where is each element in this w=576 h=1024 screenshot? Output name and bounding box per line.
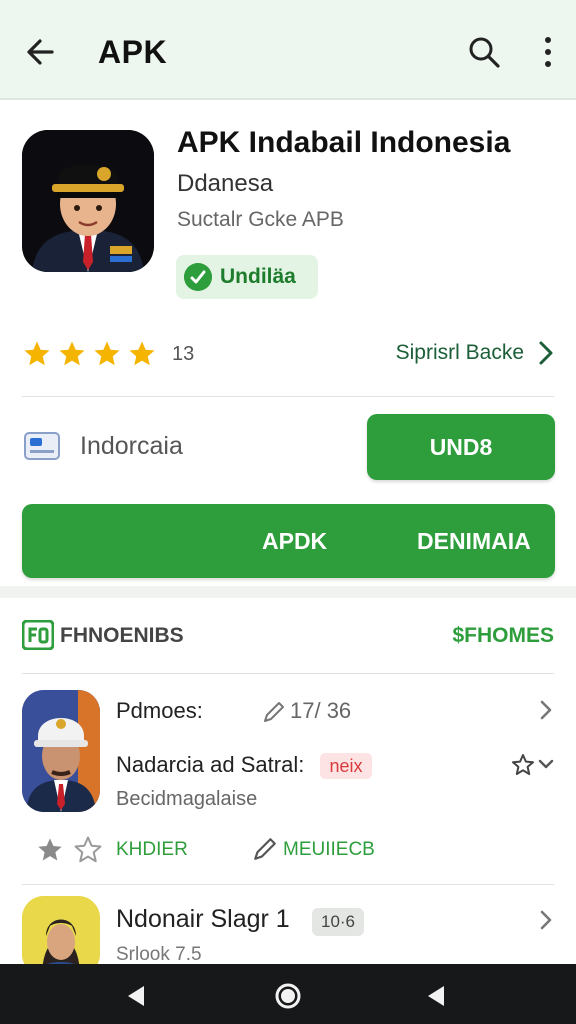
verified-label: Undiläa — [220, 265, 296, 288]
list-item-icon[interactable] — [22, 690, 100, 812]
list-item-action-secondary[interactable]: MEUIIECB — [283, 839, 375, 861]
list-item-description: Becidmagalaise — [116, 788, 258, 810]
back-arrow-icon[interactable] — [22, 32, 62, 72]
top-app-bar: APK — [0, 0, 576, 100]
download-button-label-left: APDK — [262, 528, 328, 554]
chevron-down-icon[interactable] — [538, 758, 554, 770]
app-subtitle: Suctalr Gcke APB — [177, 208, 344, 231]
list-item-action-primary[interactable]: KHDIER — [116, 839, 188, 861]
list-item-meta: 17/ 36 — [290, 698, 352, 723]
divider — [22, 673, 554, 674]
download-button-label-right: DENIMAIA — [417, 528, 531, 554]
page-title: APK — [98, 34, 168, 70]
list-item-subtitle: Srlook 7.5 — [116, 944, 202, 965]
star-filled-icon — [24, 341, 50, 366]
star-filled-icon — [94, 341, 120, 366]
developer-name[interactable]: Ddanesa — [177, 170, 273, 198]
language-icon — [24, 432, 60, 460]
star-outline-icon[interactable] — [511, 753, 535, 777]
language-label: Indorcaia — [80, 432, 183, 460]
divider — [22, 396, 554, 397]
download-button[interactable]: APDK DENIMAIA — [22, 504, 555, 578]
nav-home-icon[interactable] — [274, 982, 302, 1010]
rating-count: 13 — [172, 342, 195, 365]
chevron-right-icon[interactable] — [538, 908, 554, 932]
app-icon — [22, 130, 154, 272]
chevron-right-icon[interactable] — [538, 698, 554, 722]
rating-stars: 13 — [22, 336, 194, 372]
install-button[interactable]: UND8 — [367, 414, 555, 480]
verified-badge: Undiläa — [176, 255, 318, 299]
pencil-icon — [254, 838, 276, 860]
list-item-title[interactable]: Ndonair Slagr 1 — [116, 905, 290, 934]
more-options-icon[interactable] — [536, 34, 560, 70]
divider — [22, 884, 554, 885]
support-link[interactable]: Siprisrl Backe — [396, 341, 524, 365]
new-badge: neix — [320, 753, 372, 779]
chevron-right-icon[interactable] — [536, 338, 556, 368]
section-separator — [0, 586, 576, 598]
section-icon — [22, 620, 54, 650]
section-see-more-link[interactable]: $FHOMES — [452, 624, 554, 648]
check-icon — [184, 263, 212, 291]
list-item-subtitle: Nadarcia ad Satral: — [116, 752, 305, 777]
list-item-title[interactable]: Pdmoes: — [116, 698, 203, 724]
star-filled-icon — [129, 341, 155, 366]
star-filled-icon — [59, 341, 85, 366]
search-icon[interactable] — [466, 34, 502, 70]
version-badge: 10·6 — [312, 908, 364, 936]
pencil-icon — [264, 702, 284, 722]
nav-back-icon[interactable] — [124, 984, 148, 1008]
star-outline-icon[interactable] — [73, 835, 103, 865]
app-name: APK Indabail Indonesia — [177, 126, 511, 159]
star-filled-icon[interactable] — [36, 836, 64, 864]
section-title: FHNOENIBS — [60, 624, 184, 647]
nav-back-alt-icon[interactable] — [424, 984, 448, 1008]
